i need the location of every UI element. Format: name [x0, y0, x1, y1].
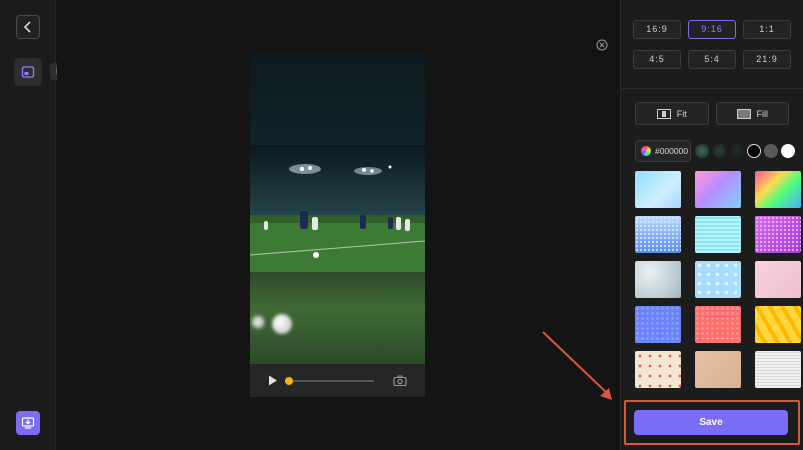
- soccer-scene-image: [250, 145, 425, 272]
- color-swatch-1[interactable]: [747, 144, 761, 158]
- ratio-button-4x5[interactable]: 4:5: [633, 50, 681, 69]
- export-icon: [21, 417, 35, 429]
- ratio-button-1x1[interactable]: 1:1: [743, 20, 791, 39]
- fit-icon: [656, 108, 671, 119]
- background-tile-rainbow-gradient[interactable]: [755, 171, 801, 208]
- video-frame: [250, 145, 425, 272]
- left-rail: [0, 0, 56, 450]
- blurred-background-bottom: [250, 272, 425, 364]
- blur-swatch-3[interactable]: [730, 144, 744, 158]
- background-tile-cyan-waves[interactable]: [695, 216, 741, 253]
- background-tile-frost-texture[interactable]: [635, 261, 681, 298]
- ratio-button-21x9[interactable]: 21:9: [743, 50, 791, 69]
- resize-icon: [21, 66, 35, 78]
- blurred-background-top: [250, 53, 425, 145]
- resize-panel: 16:9 9:16 1:1 4:5 5:4 21:9 Fit Fill #000000: [620, 0, 803, 450]
- chevron-left-icon: [23, 21, 31, 33]
- color-wheel-icon: [641, 146, 651, 156]
- video-preview[interactable]: [250, 53, 425, 364]
- background-color-row: #000000: [635, 140, 795, 162]
- progress-slider[interactable]: [285, 377, 374, 385]
- background-tile-pink-violet-gradient[interactable]: [695, 171, 741, 208]
- divider: [621, 88, 803, 89]
- color-swatch-2[interactable]: [764, 144, 778, 158]
- camera-icon[interactable]: [393, 375, 407, 386]
- background-tile-white-wood[interactable]: [755, 351, 801, 388]
- progress-handle[interactable]: [285, 377, 294, 385]
- ratio-button-5x4[interactable]: 5:4: [688, 50, 736, 69]
- fill-icon: [736, 108, 751, 119]
- background-tile-light-blue-texture[interactable]: [695, 261, 741, 298]
- play-icon[interactable]: [268, 375, 278, 386]
- background-tile-pink-texture[interactable]: [755, 261, 801, 298]
- aspect-ratio-grid: 16:9 9:16 1:1 4:5 5:4 21:9: [633, 20, 791, 69]
- blur-swatch-1[interactable]: [695, 144, 709, 158]
- close-icon[interactable]: [596, 39, 608, 51]
- background-tile-purple-mesh[interactable]: [755, 216, 801, 253]
- color-picker[interactable]: #000000: [635, 140, 692, 162]
- fill-button[interactable]: Fill: [715, 102, 789, 125]
- background-texture-grid: [635, 171, 801, 388]
- ratio-button-9x16[interactable]: 9:16: [688, 20, 736, 39]
- blur-swatch-2[interactable]: [712, 144, 727, 158]
- background-tile-beige-texture[interactable]: [695, 351, 741, 388]
- save-button[interactable]: Save: [634, 410, 788, 435]
- background-tile-coral-pattern[interactable]: [695, 306, 741, 343]
- export-button[interactable]: [16, 411, 40, 435]
- resize-tool-button[interactable]: [14, 58, 42, 86]
- player-controls: [250, 364, 425, 397]
- fit-fill-row: Fit Fill: [635, 102, 789, 125]
- back-button[interactable]: [16, 15, 40, 39]
- annotation-arrow-icon: [542, 331, 612, 400]
- color-swatch-3[interactable]: [781, 144, 795, 158]
- background-tile-sky-gradient[interactable]: [635, 171, 681, 208]
- fill-label: Fill: [756, 108, 769, 119]
- background-tile-blue-pattern[interactable]: [635, 306, 681, 343]
- ratio-button-16x9[interactable]: 16:9: [633, 20, 681, 39]
- background-tile-blue-dots[interactable]: [635, 216, 681, 253]
- color-hex-value: #000000: [655, 146, 689, 156]
- fit-label: Fit: [676, 108, 687, 119]
- background-tile-confetti-cream[interactable]: [635, 351, 681, 388]
- fit-button[interactable]: Fit: [635, 102, 709, 125]
- background-tile-yellow-stripes[interactable]: [755, 306, 801, 343]
